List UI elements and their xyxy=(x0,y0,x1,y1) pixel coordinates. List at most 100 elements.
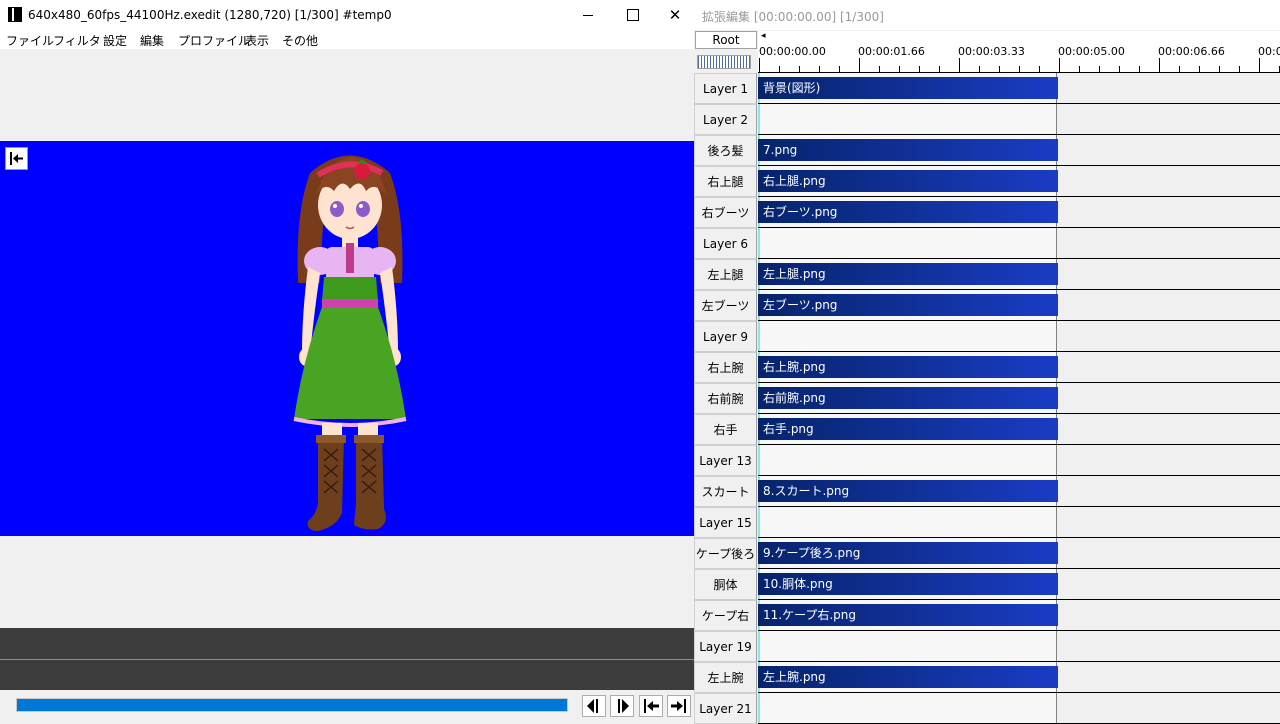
menu-other[interactable]: その他 xyxy=(282,32,318,49)
timeline-clip[interactable]: 右ブーツ.png xyxy=(758,201,1058,223)
track-active-range xyxy=(758,631,1057,661)
return-to-start-button[interactable] xyxy=(5,147,28,170)
layer-header[interactable]: ケープ右 xyxy=(694,600,757,631)
layer-track[interactable]: 右前腕.png xyxy=(758,383,1280,414)
layer-header[interactable]: 左上腿 xyxy=(694,259,757,290)
layer-header[interactable]: Layer 21 xyxy=(694,693,757,724)
playhead-marker xyxy=(758,228,760,258)
maximize-button[interactable] xyxy=(610,0,656,30)
ruler-arrow-icon: ◂ xyxy=(761,31,766,41)
layer-track[interactable]: 左上腕.png xyxy=(758,662,1280,693)
timeline-clip[interactable]: 右手.png xyxy=(758,418,1058,440)
layer-header[interactable]: 右ブーツ xyxy=(694,197,757,228)
layer-track[interactable]: 右上腕.png xyxy=(758,352,1280,383)
layer-row: Layer 19 xyxy=(694,631,1280,662)
layer-track[interactable]: 左上腿.png xyxy=(758,259,1280,290)
layer-header[interactable]: Layer 9 xyxy=(694,321,757,352)
first-frame-button[interactable] xyxy=(639,695,663,717)
title-bar: 640x480_60fps_44100Hz.exedit (1280,720) … xyxy=(0,0,694,30)
prev-frame-button[interactable] xyxy=(582,695,606,717)
layer-header[interactable]: 右上腕 xyxy=(694,352,757,383)
timeline-clip[interactable]: 左ブーツ.png xyxy=(758,294,1058,316)
layer-track[interactable] xyxy=(758,445,1280,476)
zoom-slider[interactable] xyxy=(697,55,751,69)
ruler-label: 00:00:00.00 xyxy=(759,45,826,58)
layer-track[interactable]: 左ブーツ.png xyxy=(758,290,1280,321)
character-illustration xyxy=(293,155,407,531)
timeline-clip[interactable]: 右上腿.png xyxy=(758,170,1058,192)
layer-track[interactable] xyxy=(758,228,1280,259)
layer-header[interactable]: 右上腿 xyxy=(694,166,757,197)
timeline-window: 拡張編集 [00:00:00.00] [1/300] Root ◂ 00:00:… xyxy=(694,0,1280,724)
close-button[interactable]: ✕ xyxy=(655,0,695,30)
seek-bar[interactable] xyxy=(16,698,568,712)
layer-track[interactable]: 右手.png xyxy=(758,414,1280,445)
layer-header[interactable]: Layer 19 xyxy=(694,631,757,662)
menu-bar: ファイル フィルタ 設定 編集 プロファイル 表示 その他 xyxy=(0,30,694,49)
layer-header[interactable]: スカート xyxy=(694,476,757,507)
menu-edit[interactable]: 編集 xyxy=(140,32,164,49)
layer-row: スカート 8.スカート.png xyxy=(694,476,1280,507)
layer-track[interactable]: 右ブーツ.png xyxy=(758,197,1280,228)
layer-header[interactable]: Layer 2 xyxy=(694,104,757,135)
skip-to-start-icon xyxy=(10,152,23,165)
ruler-tick xyxy=(1059,58,1060,72)
layer-header[interactable]: Layer 6 xyxy=(694,228,757,259)
time-ruler[interactable]: ◂ 00:00:00.00 00:00:01.66 00:00:03.33 00… xyxy=(758,31,1280,73)
layer-header[interactable]: Layer 15 xyxy=(694,507,757,538)
layer-track[interactable] xyxy=(758,693,1280,724)
layer-track[interactable]: 9.ケープ後ろ.png xyxy=(758,538,1280,569)
video-preview[interactable] xyxy=(0,141,694,536)
timeline-clip[interactable]: 9.ケープ後ろ.png xyxy=(758,542,1058,564)
next-frame-button[interactable] xyxy=(610,695,634,717)
timeline-clip[interactable]: 左上腿.png xyxy=(758,263,1058,285)
timeline-title-bar: 拡張編集 [00:00:00.00] [1/300] xyxy=(694,0,1280,30)
layer-track[interactable] xyxy=(758,104,1280,135)
timeline-clip[interactable]: 8.スカート.png xyxy=(758,480,1058,502)
layer-track[interactable]: 10.胴体.png xyxy=(758,569,1280,600)
minimize-button[interactable] xyxy=(565,0,611,30)
layer-row: 左ブーツ 左ブーツ.png xyxy=(694,290,1280,321)
layer-header[interactable]: Layer 1 xyxy=(694,73,757,104)
timeline-clip[interactable]: 右前腕.png xyxy=(758,387,1058,409)
timeline-clip[interactable]: 右上腕.png xyxy=(758,356,1058,378)
layer-track[interactable] xyxy=(758,631,1280,662)
timeline-clip[interactable]: 左上腕.png xyxy=(758,666,1058,688)
layer-row: 左上腕 左上腕.png xyxy=(694,662,1280,693)
layer-track[interactable]: 11.ケープ右.png xyxy=(758,600,1280,631)
layer-track[interactable]: 背景(図形) xyxy=(758,73,1280,104)
playhead-marker xyxy=(758,693,760,723)
layer-header[interactable]: 左上腕 xyxy=(694,662,757,693)
menu-profile[interactable]: プロファイル xyxy=(178,32,250,49)
layer-track[interactable]: 8.スカート.png xyxy=(758,476,1280,507)
menu-settings[interactable]: 設定 xyxy=(103,32,127,49)
root-button[interactable]: Root xyxy=(695,31,757,49)
layer-header[interactable]: Layer 13 xyxy=(694,445,757,476)
layer-track[interactable] xyxy=(758,321,1280,352)
layer-row: 右上腕 右上腕.png xyxy=(694,352,1280,383)
seek-bar-fill xyxy=(17,699,567,711)
menu-view[interactable]: 表示 xyxy=(245,32,269,49)
timeline-clip[interactable]: 背景(図形) xyxy=(758,77,1058,99)
ruler-tick xyxy=(959,58,960,72)
layer-header[interactable]: 後ろ髪 xyxy=(694,135,757,166)
timeline-clip[interactable]: 11.ケープ右.png xyxy=(758,604,1058,626)
layer-header[interactable]: 胴体 xyxy=(694,569,757,600)
layer-track[interactable]: 7.png xyxy=(758,135,1280,166)
skip-to-end-icon xyxy=(671,699,686,713)
timeline-clip[interactable]: 10.胴体.png xyxy=(758,573,1058,595)
layer-row: Layer 21 xyxy=(694,693,1280,724)
menu-filter[interactable]: フィルタ xyxy=(53,32,101,49)
layer-header[interactable]: ケープ後ろ xyxy=(694,538,757,569)
layer-header[interactable]: 右前腕 xyxy=(694,383,757,414)
layer-track[interactable] xyxy=(758,507,1280,538)
layer-row: Layer 2 xyxy=(694,104,1280,135)
layer-header[interactable]: 左ブーツ xyxy=(694,290,757,321)
audio-waveform-area xyxy=(0,628,694,690)
timeline-clip[interactable]: 7.png xyxy=(758,139,1058,161)
last-frame-button[interactable] xyxy=(667,695,691,717)
layer-header[interactable]: 右手 xyxy=(694,414,757,445)
ruler-label: 00:00:05.00 xyxy=(1058,45,1125,58)
menu-file[interactable]: ファイル xyxy=(6,32,54,49)
layer-track[interactable]: 右上腿.png xyxy=(758,166,1280,197)
